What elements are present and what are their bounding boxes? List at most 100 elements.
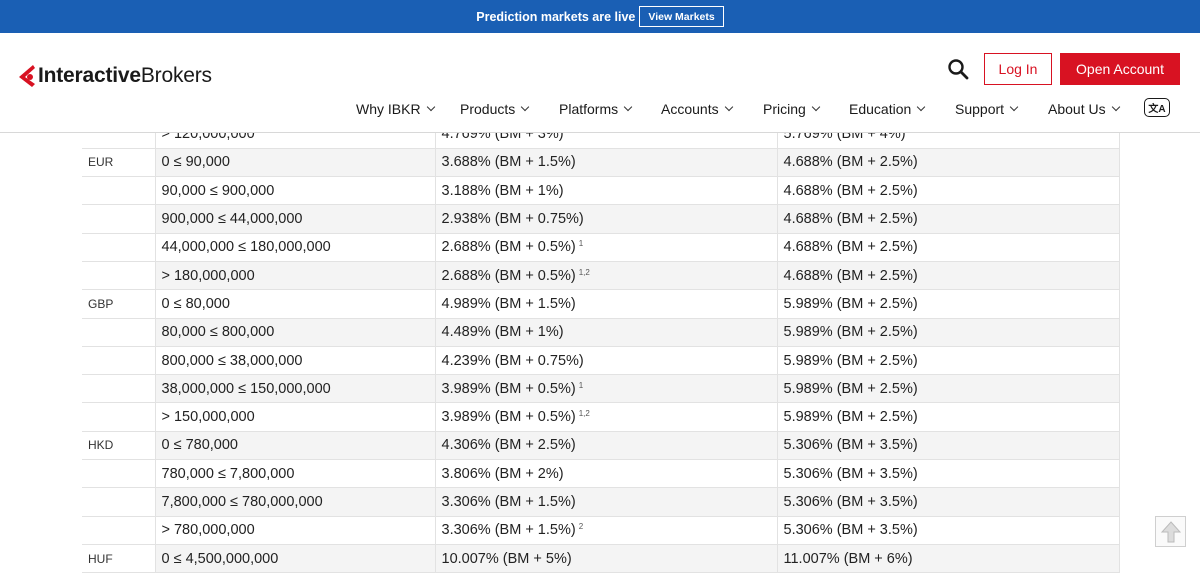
rate-cell: 4.989% (BM + 1.5%) — [435, 289, 778, 319]
tier-cell-text: 0 ≤ 780,000 — [161, 437, 239, 454]
currency-cell-text: GBP — [88, 296, 114, 311]
chevron-down-icon — [521, 102, 530, 112]
rate-cell-text: 3.188% (BM + 1%) — [441, 182, 564, 199]
rate2-cell: 5.989% (BM + 2.5%) — [777, 346, 1120, 376]
tier-cell-text: 0 ≤ 4,500,000,000 — [161, 550, 279, 567]
site-header: InteractiveBrokers Log In Open Account W… — [0, 33, 1200, 133]
nav-pricing[interactable]: Pricing — [763, 101, 821, 117]
rate2-cell: 4.688% (BM + 2.5%) — [777, 176, 1120, 206]
currency-cell-text: EUR — [88, 155, 114, 170]
tier-cell: 44,000,000 ≤ 180,000,000 — [155, 233, 436, 262]
nav-products[interactable]: Products — [460, 101, 530, 117]
scroll-to-top-button[interactable] — [1155, 516, 1186, 547]
nav-why-ibkr[interactable]: Why IBKR — [356, 101, 435, 117]
translate-icon[interactable]: 文A — [1144, 98, 1170, 117]
tier-cell: 80,000 ≤ 800,000 — [155, 318, 436, 347]
rate2-cell-text: 4.688% (BM + 2.5%) — [783, 267, 918, 284]
table-row: GBP 0 ≤ 80,000 4.989% (BM + 1.5%) 5.989% (B… — [82, 289, 1120, 319]
rate-cell: 2.688% (BM + 0.5%) 1,2 — [435, 261, 778, 291]
tier-cell-text: > 150,000,000 — [161, 409, 255, 426]
rate-cell: 3.688% (BM + 1.5%) — [435, 148, 778, 178]
rate2-cell-text: 5.989% (BM + 2.5%) — [783, 352, 918, 369]
rate2-cell: 5.989% (BM + 2.5%) — [777, 289, 1120, 319]
tier-cell-text: 900,000 ≤ 44,000,000 — [161, 211, 303, 228]
nav-education[interactable]: Education — [849, 101, 926, 117]
footnote-marker[interactable]: 1,2 — [579, 268, 590, 277]
chevron-down-icon — [1111, 102, 1120, 112]
currency-cell: GBP — [82, 289, 156, 319]
nav-about-us[interactable]: About Us — [1048, 101, 1120, 117]
currency-cell: HKD — [82, 431, 156, 461]
rate-cell-text: 4.989% (BM + 1.5%) — [441, 295, 576, 312]
rate-cell-text: 2.688% (BM + 0.5%) — [441, 239, 576, 256]
tier-cell-text: 44,000,000 ≤ 180,000,000 — [161, 239, 331, 256]
rate2-cell-text: 4.688% (BM + 2.5%) — [783, 182, 918, 199]
tier-cell-text: > 180,000,000 — [161, 267, 255, 284]
rate2-cell: 5.989% (BM + 2.5%) — [777, 374, 1120, 404]
nav-support[interactable]: Support — [955, 101, 1019, 117]
rate2-cell: 5.989% (BM + 2.5%) — [777, 318, 1120, 347]
logo-mark-icon — [19, 65, 35, 87]
tier-cell: 800,000 ≤ 38,000,000 — [155, 346, 436, 376]
tier-cell: 7,800,000 ≤ 780,000,000 — [155, 487, 436, 517]
rate-cell-text: 4.306% (BM + 2.5%) — [441, 437, 576, 454]
tier-cell-text: > 780,000,000 — [161, 522, 255, 539]
rate2-cell: 4.688% (BM + 2.5%) — [777, 204, 1120, 234]
tier-cell: 0 ≤ 4,500,000,000 — [155, 544, 436, 573]
rate2-cell: 4.688% (BM + 2.5%) — [777, 148, 1120, 178]
rate-cell-text: 10.007% (BM + 5%) — [441, 550, 572, 567]
footnote-marker[interactable]: 1 — [579, 381, 583, 390]
rate-cell: 4.239% (BM + 0.75%) — [435, 346, 778, 376]
tier-cell: 0 ≤ 80,000 — [155, 289, 436, 319]
rate2-cell-text: 11.007% (BM + 6%) — [783, 550, 913, 567]
search-icon[interactable] — [947, 58, 969, 80]
table-row: 900,000 ≤ 44,000,000 2.938% (BM + 0.75%) 4… — [82, 204, 1120, 234]
rate2-cell-text: 4.688% (BM + 2.5%) — [783, 239, 918, 256]
arrow-up-icon — [1160, 520, 1181, 542]
rate2-cell-text: 4.688% (BM + 2.5%) — [783, 154, 918, 171]
rate-cell: 3.306% (BM + 1.5%) — [435, 487, 778, 517]
tier-cell: 0 ≤ 90,000 — [155, 148, 436, 178]
currency-cell-text: HKD — [88, 438, 114, 453]
footnote-marker[interactable]: 2 — [579, 522, 583, 531]
chevron-down-icon — [426, 102, 435, 112]
interest-rate-table: > 120,000,0004.769% (BM + 3%)25.769% (BM… — [82, 120, 1120, 573]
footnote-marker[interactable]: 1 — [579, 239, 583, 248]
table-row: 38,000,000 ≤ 150,000,000 3.989% (BM + 0.5… — [82, 374, 1120, 404]
table-row: 80,000 ≤ 800,000 4.489% (BM + 1%) 5.989% (… — [82, 318, 1120, 347]
tier-cell: > 150,000,000 — [155, 402, 436, 432]
rate-cell-text: 4.489% (BM + 1%) — [441, 324, 564, 341]
table-row: 90,000 ≤ 900,000 3.188% (BM + 1%) 4.688% (… — [82, 176, 1120, 206]
rate2-cell-text: 5.306% (BM + 3.5%) — [783, 494, 918, 510]
footnote-marker[interactable]: 1,2 — [579, 409, 590, 418]
chevron-down-icon — [917, 102, 926, 112]
rate2-cell-text: 5.989% (BM + 2.5%) — [783, 324, 918, 341]
rate-cell-text: 3.806% (BM + 2%) — [441, 465, 564, 482]
currency-cell — [82, 176, 156, 206]
rate-cell: 4.489% (BM + 1%) — [435, 318, 778, 347]
table-row: 800,000 ≤ 38,000,000 4.239% (BM + 0.75%) 5… — [82, 346, 1120, 376]
rate2-cell: 5.306% (BM + 3.5%) — [777, 516, 1120, 545]
open-account-button[interactable]: Open Account — [1060, 53, 1180, 85]
table-row: > 150,000,000 3.989% (BM + 0.5%) 1,2 5.989%… — [82, 402, 1120, 432]
currency-cell — [82, 318, 156, 347]
currency-cell — [82, 487, 156, 517]
rate2-cell: 5.306% (BM + 3.5%) — [777, 431, 1120, 461]
currency-cell — [82, 374, 156, 404]
currency-cell — [82, 233, 156, 262]
table-row: > 180,000,000 2.688% (BM + 0.5%) 1,2 4.688%… — [82, 261, 1120, 291]
currency-cell — [82, 516, 156, 545]
rate-cell: 3.806% (BM + 2%) — [435, 459, 778, 489]
tier-cell-text: 38,000,000 ≤ 150,000,000 — [161, 380, 331, 397]
tier-cell: 0 ≤ 780,000 — [155, 431, 436, 461]
currency-cell — [82, 402, 156, 432]
login-button[interactable]: Log In — [984, 53, 1052, 85]
chevron-down-icon — [623, 102, 633, 112]
currency-cell — [82, 204, 156, 234]
logo[interactable]: InteractiveBrokers — [19, 64, 212, 88]
tier-cell-text: 0 ≤ 90,000 — [161, 154, 230, 171]
nav-platforms[interactable]: Platforms — [559, 101, 633, 117]
nav-accounts[interactable]: Accounts — [661, 101, 733, 117]
view-markets-button[interactable]: View Markets — [639, 6, 724, 27]
rate2-cell-text: 5.306% (BM + 3.5%) — [783, 437, 918, 454]
